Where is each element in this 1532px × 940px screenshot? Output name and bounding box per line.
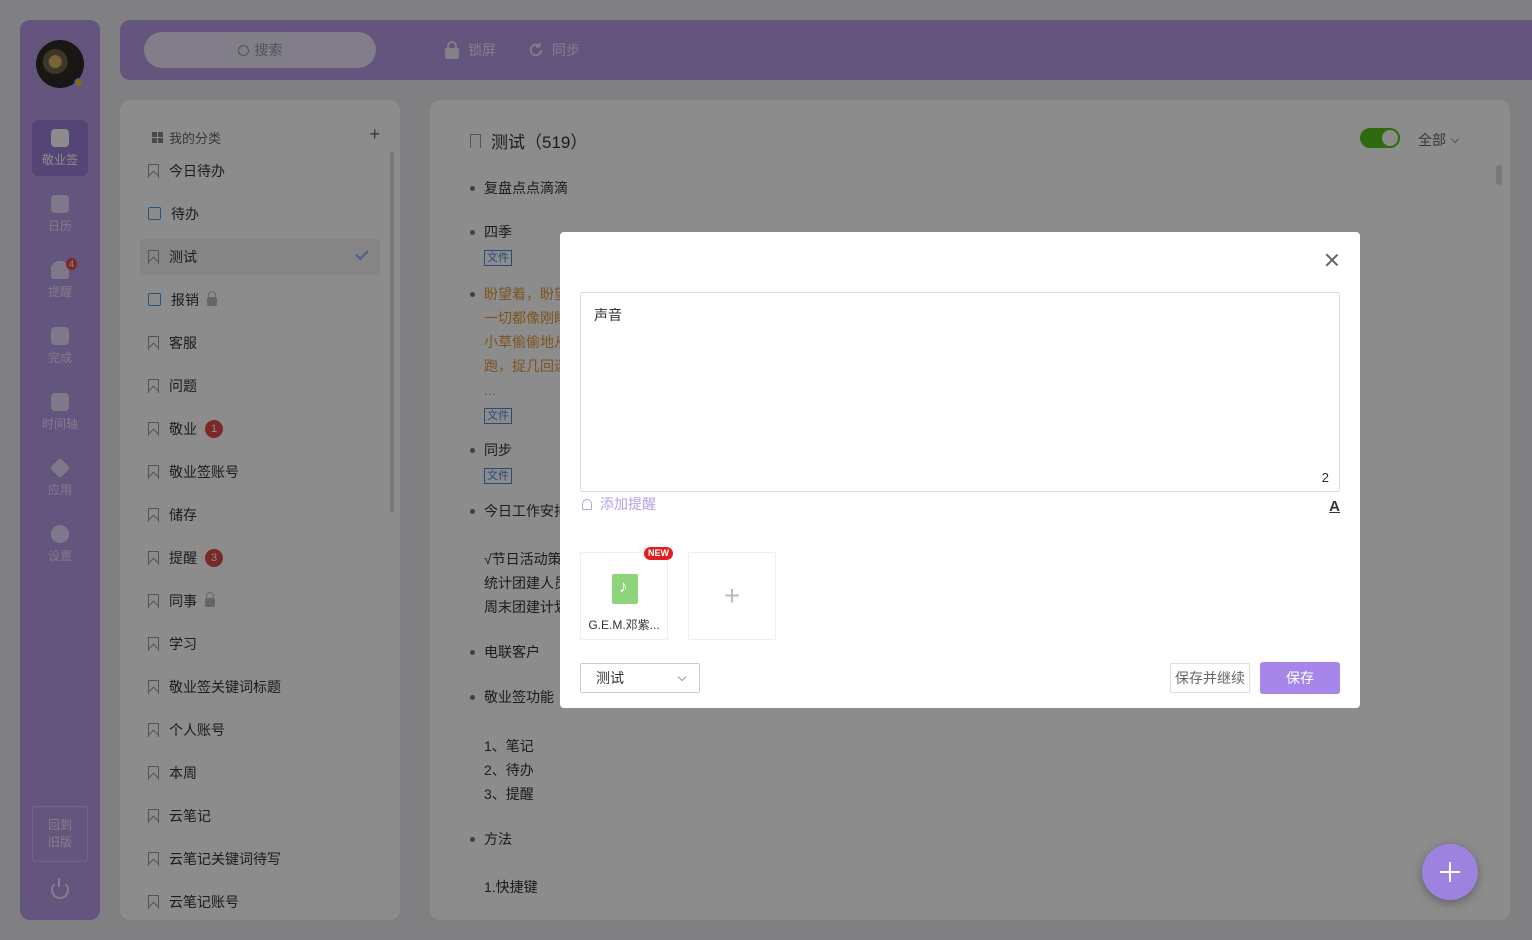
add-attachment-button[interactable]: + [688, 552, 776, 640]
add-reminder-button[interactable]: 添加提醒 [582, 494, 656, 514]
bell-icon [582, 498, 592, 510]
attachment-card[interactable]: G.E.M.邓紫... NEW [580, 547, 673, 640]
close-icon[interactable] [1324, 252, 1340, 268]
category-select[interactable]: 测试 [580, 663, 700, 693]
music-file-icon [612, 574, 638, 604]
note-content-editor[interactable]: 声音 2 [580, 292, 1340, 492]
attachment-filename: G.E.M.邓紫... [588, 618, 660, 632]
word-count: 2 [1321, 470, 1329, 485]
save-button[interactable]: 保存 [1260, 662, 1340, 694]
add-reminder-label: 添加提醒 [600, 496, 656, 512]
save-and-continue-button[interactable]: 保存并继续 [1170, 663, 1250, 693]
add-note-fab[interactable] [1422, 844, 1478, 900]
category-select-value: 测试 [596, 670, 624, 686]
chevron-down-icon [677, 672, 687, 682]
edit-note-dialog: 声音 2 添加提醒 A G.E.M.邓紫... NEW + 测试 保存并继续 保… [560, 232, 1360, 708]
note-content-text: 声音 [594, 307, 622, 323]
new-badge: NEW [644, 547, 673, 560]
font-style-icon[interactable]: A [1329, 498, 1340, 515]
